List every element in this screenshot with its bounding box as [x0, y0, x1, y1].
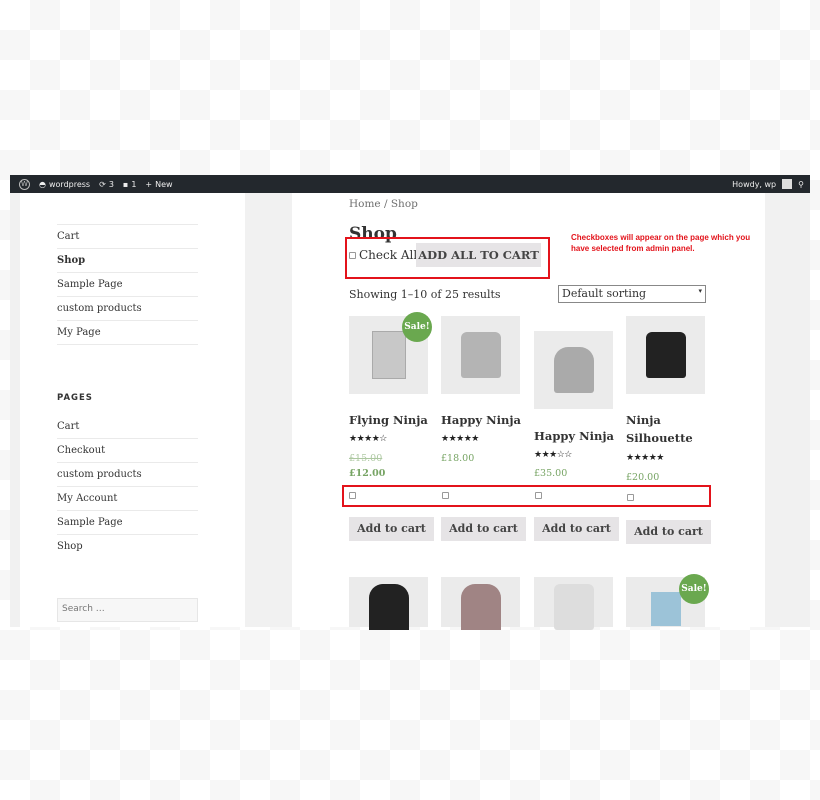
product-name[interactable]: Happy Ninja [534, 427, 624, 445]
comment-icon: ▪ [122, 179, 129, 189]
refresh-icon: ⟳ [99, 179, 106, 189]
menu-item-my-page[interactable]: My Page [57, 321, 198, 345]
menu-item-shop[interactable]: Shop [57, 249, 198, 273]
page-link-shop[interactable]: Shop [57, 535, 198, 559]
comments-link[interactable]: ▪ 1 [123, 180, 137, 189]
page-link-cart[interactable]: Cart [57, 415, 198, 439]
price: £20.00 [626, 472, 660, 483]
howdy-link[interactable]: Howdy, wp [732, 180, 776, 189]
product-name[interactable]: Flying Ninja [349, 411, 439, 429]
add-to-cart-button[interactable]: Add to cart [534, 517, 619, 541]
rating-stars: ★★★☆☆ [534, 450, 572, 460]
dropdown-arrow-icon: ▾ [698, 287, 702, 295]
pages-list: Cart Checkout custom products My Account… [57, 415, 198, 559]
search-input[interactable]: Search … [57, 598, 198, 622]
product-image[interactable] [441, 577, 520, 630]
add-to-cart-button[interactable]: Add to cart [349, 517, 434, 541]
admin-bar: W ◓ wordpress ⟳ 3 ▪ 1 + New Howdy, wp ⚲ [10, 175, 810, 193]
product-image[interactable] [534, 577, 613, 630]
check-all-checkbox[interactable] [349, 251, 356, 259]
product-image[interactable] [349, 577, 428, 630]
page-link-checkout[interactable]: Checkout [57, 439, 198, 463]
check-all[interactable]: Check All [349, 248, 417, 262]
menu-item-sample-page[interactable]: Sample Page [57, 273, 198, 297]
updates-link[interactable]: ⟳ 3 [99, 180, 114, 189]
page-link-my-account[interactable]: My Account [57, 487, 198, 511]
sale-badge: Sale! [679, 574, 709, 604]
price: £35.00 [534, 468, 568, 479]
sale-badge: Sale! [402, 312, 432, 342]
add-to-cart-button[interactable]: Add to cart [626, 520, 711, 544]
rating-stars: ★★★★★ [626, 453, 664, 463]
old-price: £15.00 [349, 453, 383, 464]
new-link[interactable]: + New [145, 180, 172, 189]
product-checkbox[interactable] [349, 492, 356, 499]
product-checkbox[interactable] [535, 492, 542, 499]
plus-icon: + [145, 179, 153, 189]
annotation-note: Checkboxes will appear on the page which… [571, 233, 751, 253]
product-image-happy-ninja-hoodie[interactable] [534, 331, 613, 409]
menu-item-cart[interactable]: Cart [57, 225, 198, 249]
product-checkbox[interactable] [442, 492, 449, 499]
add-all-to-cart-button[interactable]: ADD ALL TO CART [416, 243, 541, 267]
search-icon[interactable]: ⚲ [798, 180, 804, 189]
site-link[interactable]: ◓ wordpress [39, 180, 90, 189]
dashboard-icon: ◓ [39, 179, 46, 189]
menu-item-custom-products[interactable]: custom products [57, 297, 198, 321]
rating-stars: ★★★★☆ [349, 434, 387, 444]
page-link-custom-products[interactable]: custom products [57, 463, 198, 487]
sidebar-menu: Cart Shop Sample Page custom products My… [57, 224, 198, 345]
avatar[interactable] [782, 179, 793, 189]
rating-stars: ★★★★★ [441, 434, 479, 444]
breadcrumb[interactable]: Home / Shop [349, 198, 418, 210]
highlight-box-checkboxes [342, 485, 711, 507]
product-checkbox[interactable] [627, 494, 634, 501]
product-name[interactable]: Ninja Silhouette [626, 411, 716, 447]
product-image-ninja-silhouette[interactable] [626, 316, 705, 394]
price: £18.00 [441, 453, 475, 464]
product-name[interactable]: Happy Ninja [441, 411, 531, 429]
product-image-happy-ninja-tshirt[interactable] [441, 316, 520, 394]
result-count: Showing 1–10 of 25 results [349, 288, 501, 301]
sorting-select[interactable]: Default sorting ▾ [558, 285, 706, 303]
wordpress-logo-icon[interactable]: W [19, 178, 30, 190]
price: £12.00 [349, 468, 386, 479]
add-to-cart-button[interactable]: Add to cart [441, 517, 526, 541]
pages-heading: PAGES [57, 393, 93, 403]
page-link-sample-page[interactable]: Sample Page [57, 511, 198, 535]
